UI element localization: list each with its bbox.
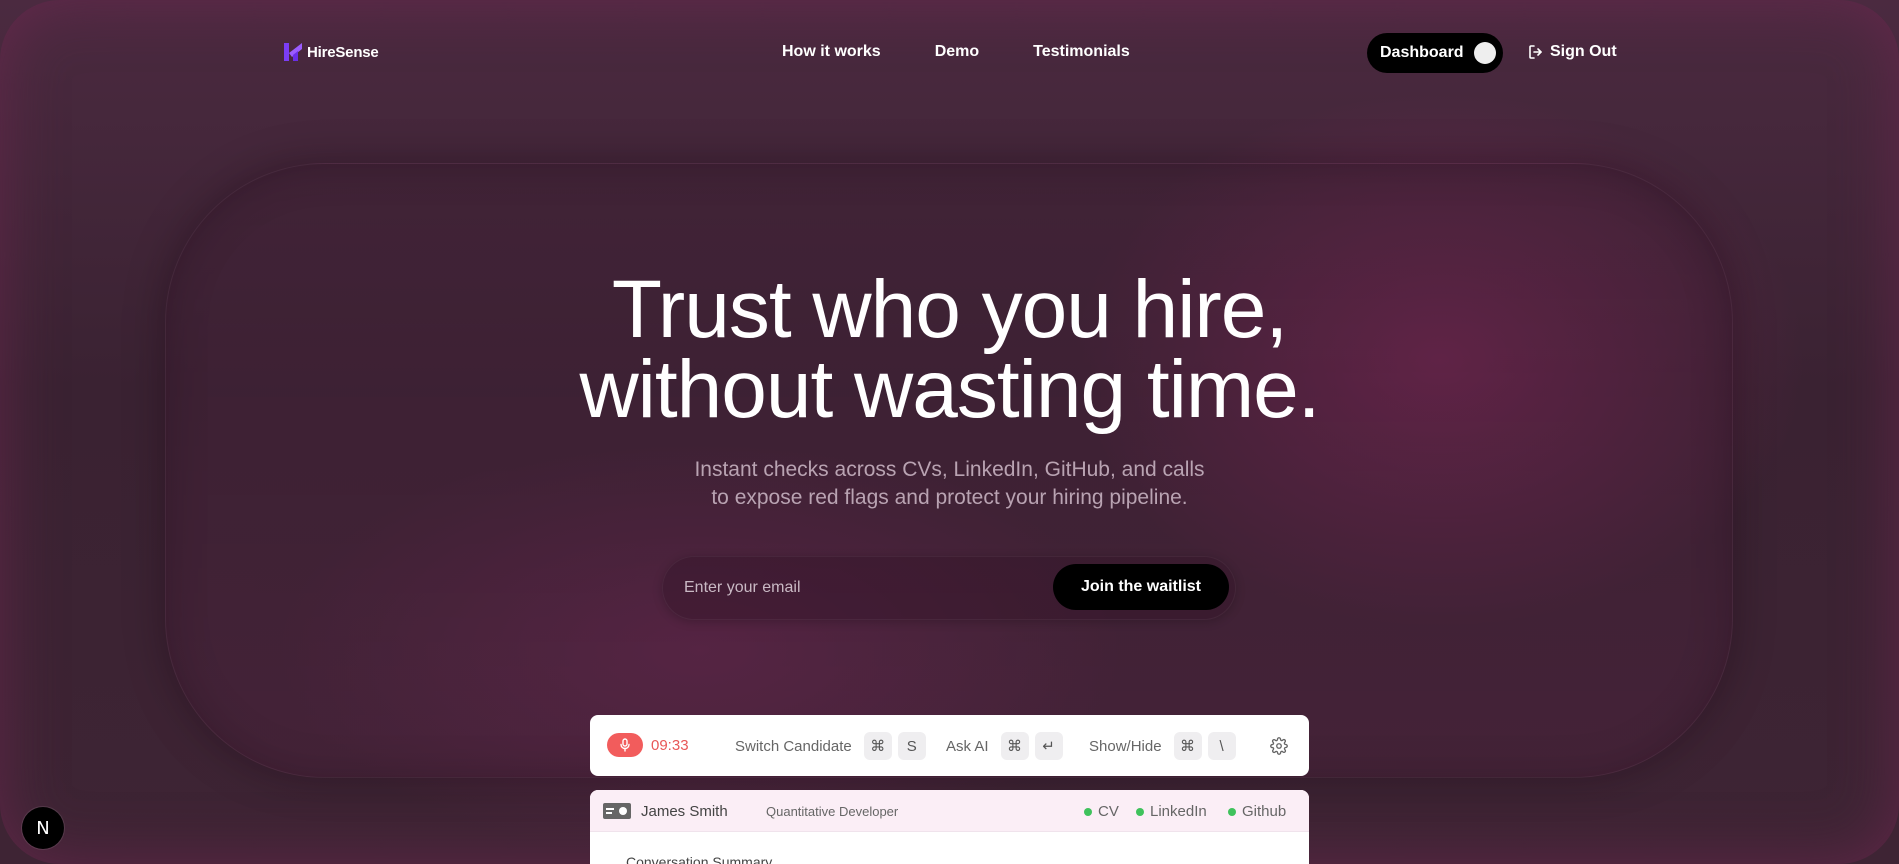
nextjs-badge[interactable]: N xyxy=(22,807,64,849)
hero-subtitle: Instant checks across CVs, LinkedIn, Git… xyxy=(0,456,1899,512)
candidate-name: James Smith xyxy=(641,803,728,820)
hero-title-line-2: without wasting time. xyxy=(579,344,1320,435)
brand-logo[interactable]: HireSense xyxy=(283,41,379,63)
hero-subtitle-line-2: to expose red flags and protect your hir… xyxy=(711,486,1188,509)
cmd-key: ⌘ xyxy=(1000,732,1029,760)
nextjs-letter: N xyxy=(36,817,50,839)
show-hide-shortcut[interactable]: Show/Hide ⌘ \ xyxy=(1089,732,1236,760)
hiresense-logo-icon xyxy=(284,43,302,61)
hero-subtitle-line-1: Instant checks across CVs, LinkedIn, Git… xyxy=(694,458,1205,481)
switch-candidate-label: Switch Candidate xyxy=(735,737,852,755)
nav-links: How it works Demo Testimonials xyxy=(782,43,1130,61)
sign-out-button[interactable]: Sign Out xyxy=(1528,43,1617,61)
source-linkedin[interactable]: LinkedIn xyxy=(1136,803,1207,820)
top-nav: HireSense How it works Demo Testimonials… xyxy=(0,0,1899,104)
hero-title: Trust who you hire, without wasting time… xyxy=(0,264,1899,435)
settings-gear-icon[interactable] xyxy=(1270,737,1288,755)
cmd-key: ⌘ xyxy=(1173,732,1202,760)
source-github[interactable]: Github xyxy=(1228,803,1286,820)
dashboard-button[interactable]: Dashboard xyxy=(1367,33,1503,73)
switch-candidate-shortcut[interactable]: Switch Candidate ⌘ S xyxy=(735,732,926,760)
backslash-key: \ xyxy=(1207,732,1236,760)
ask-ai-shortcut[interactable]: Ask AI ⌘ ↵ xyxy=(946,732,1063,760)
source-cv[interactable]: CV xyxy=(1084,803,1119,820)
source-github-label: Github xyxy=(1242,803,1287,820)
nav-demo[interactable]: Demo xyxy=(935,43,979,61)
call-timer: 09:33 xyxy=(651,737,689,754)
nav-how-it-works[interactable]: How it works xyxy=(782,43,881,61)
status-dot xyxy=(1084,807,1092,816)
status-dot xyxy=(1136,807,1144,816)
sign-out-icon xyxy=(1529,45,1542,59)
join-waitlist-button[interactable]: Join the waitlist xyxy=(1053,564,1229,610)
source-cv-label: CV xyxy=(1098,803,1119,820)
ask-ai-label: Ask AI xyxy=(946,737,989,755)
waitlist-form: Join the waitlist xyxy=(662,556,1236,620)
show-hide-label: Show/Hide xyxy=(1089,737,1162,755)
brand-name: HireSense xyxy=(307,43,379,61)
conversation-summary-title: Conversation Summary xyxy=(626,854,773,864)
email-input[interactable] xyxy=(684,576,1004,600)
dashboard-label: Dashboard xyxy=(1380,44,1464,61)
cmd-key: ⌘ xyxy=(863,732,892,760)
candidate-header: James Smith Quantitative Developer CV Li… xyxy=(590,790,1309,832)
candidate-card: James Smith Quantitative Developer CV Li… xyxy=(590,790,1309,864)
candidate-id-icon xyxy=(603,803,631,819)
source-linkedin-label: LinkedIn xyxy=(1150,803,1207,820)
candidate-role: Quantitative Developer xyxy=(766,804,899,819)
sign-out-label: Sign Out xyxy=(1550,43,1617,60)
enter-key: ↵ xyxy=(1034,732,1063,760)
microphone-icon xyxy=(620,738,630,752)
status-dot xyxy=(1228,807,1236,816)
hero-title-line-1: Trust who you hire, xyxy=(611,264,1288,355)
s-key: S xyxy=(897,732,926,760)
nav-testimonials[interactable]: Testimonials xyxy=(1033,43,1130,61)
interview-toolbar: 09:33 Switch Candidate ⌘ S Ask AI ⌘ ↵ Sh… xyxy=(590,715,1309,776)
record-button[interactable] xyxy=(607,733,643,757)
avatar xyxy=(1473,42,1496,64)
